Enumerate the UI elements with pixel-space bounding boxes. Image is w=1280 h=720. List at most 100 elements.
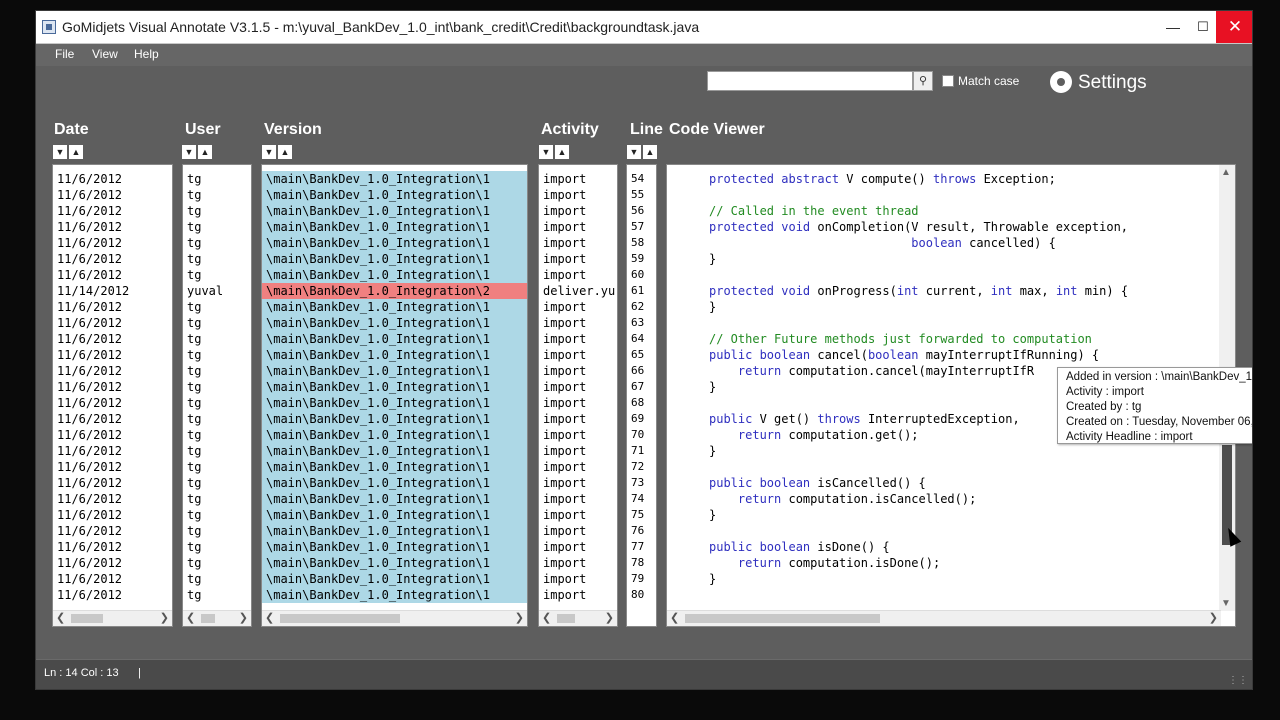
scroll-right-icon[interactable]: ❯ <box>515 611 524 624</box>
activity-cell[interactable]: import <box>539 459 617 475</box>
activity-cell[interactable]: import <box>539 251 617 267</box>
version-cell[interactable]: \main\BankDev_1.0_Integration\1 <box>262 235 527 251</box>
version-cell[interactable]: \main\BankDev_1.0_Integration\1 <box>262 427 527 443</box>
date-cell[interactable]: 11/6/2012 <box>53 315 172 331</box>
activity-cell[interactable]: import <box>539 507 617 523</box>
activity-cell[interactable]: import <box>539 443 617 459</box>
user-cell[interactable]: tg <box>183 171 251 187</box>
match-case-checkbox[interactable] <box>942 75 954 87</box>
activity-cell[interactable]: import <box>539 539 617 555</box>
user-cell[interactable]: tg <box>183 203 251 219</box>
date-cell[interactable]: 11/6/2012 <box>53 571 172 587</box>
user-cell[interactable]: tg <box>183 347 251 363</box>
user-cell[interactable]: tg <box>183 379 251 395</box>
scroll-left-icon[interactable]: ❮ <box>186 611 195 624</box>
settings-button[interactable]: Settings <box>1078 72 1147 94</box>
date-cell[interactable]: 11/6/2012 <box>53 539 172 555</box>
activity-cell[interactable]: import <box>539 219 617 235</box>
user-cell[interactable]: tg <box>183 219 251 235</box>
user-cell[interactable]: tg <box>183 315 251 331</box>
user-cell[interactable]: tg <box>183 539 251 555</box>
sort-desc-icon[interactable]: ▼ <box>627 145 641 159</box>
activity-sort-buttons[interactable]: ▼ ▲ <box>539 142 571 159</box>
version-sort-buttons[interactable]: ▼ ▲ <box>262 142 294 159</box>
activity-cell[interactable]: import <box>539 315 617 331</box>
minimize-button[interactable]: — <box>1156 11 1190 43</box>
user-cell[interactable]: tg <box>183 507 251 523</box>
activity-cell[interactable]: import <box>539 587 617 603</box>
date-cell[interactable]: 11/6/2012 <box>53 171 172 187</box>
date-column[interactable]: 11/6/2012 11/6/2012 11/6/2012 11/6/2012 11/6… <box>52 164 173 627</box>
menu-view[interactable]: View <box>92 47 118 61</box>
scroll-down-icon[interactable]: ▼ <box>1221 598 1231 609</box>
search-icon[interactable]: ⚲ <box>913 71 933 91</box>
version-cell[interactable]: \main\BankDev_1.0_Integration\1 <box>262 315 527 331</box>
activity-cell[interactable]: import <box>539 523 617 539</box>
scroll-thumb[interactable] <box>557 614 575 623</box>
user-cell[interactable]: tg <box>183 299 251 315</box>
date-cell[interactable]: 11/6/2012 <box>53 459 172 475</box>
version-cell[interactable]: \main\BankDev_1.0_Integration\1 <box>262 347 527 363</box>
user-cell[interactable]: tg <box>183 587 251 603</box>
version-cell[interactable]: \main\BankDev_1.0_Integration\1 <box>262 555 527 571</box>
sort-asc-icon[interactable]: ▲ <box>198 145 212 159</box>
user-cell[interactable]: tg <box>183 459 251 475</box>
user-cell[interactable]: tg <box>183 395 251 411</box>
date-cell[interactable]: 11/6/2012 <box>53 379 172 395</box>
scroll-left-icon[interactable]: ❮ <box>265 611 274 624</box>
scroll-up-icon[interactable]: ▲ <box>1221 167 1231 178</box>
date-cell[interactable]: 11/6/2012 <box>53 347 172 363</box>
date-cell[interactable]: 11/6/2012 <box>53 219 172 235</box>
activity-cell[interactable]: import <box>539 187 617 203</box>
activity-cell[interactable]: import <box>539 203 617 219</box>
version-cell[interactable]: \main\BankDev_1.0_Integration\1 <box>262 203 527 219</box>
version-cell[interactable]: \main\BankDev_1.0_Integration\1 <box>262 251 527 267</box>
version-scrollbar[interactable]: ❮ ❯ <box>262 610 527 626</box>
activity-cell[interactable]: import <box>539 555 617 571</box>
menu-file[interactable]: File <box>55 47 74 61</box>
version-cell[interactable]: \main\BankDev_1.0_Integration\1 <box>262 459 527 475</box>
activity-cell[interactable]: import <box>539 475 617 491</box>
user-cell[interactable]: tg <box>183 187 251 203</box>
version-cell[interactable]: \main\BankDev_1.0_Integration\1 <box>262 587 527 603</box>
date-cell[interactable]: 11/6/2012 <box>53 363 172 379</box>
scroll-right-icon[interactable]: ❯ <box>239 611 248 624</box>
sort-asc-icon[interactable]: ▲ <box>643 145 657 159</box>
activity-cell[interactable]: import <box>539 411 617 427</box>
date-cell[interactable]: 11/6/2012 <box>53 443 172 459</box>
date-cell[interactable]: 11/6/2012 <box>53 523 172 539</box>
sort-desc-icon[interactable]: ▼ <box>182 145 196 159</box>
date-cell[interactable]: 11/6/2012 <box>53 555 172 571</box>
version-cell[interactable]: \main\BankDev_1.0_Integration\1 <box>262 411 527 427</box>
activity-cell[interactable]: import <box>539 299 617 315</box>
user-cell[interactable]: yuval <box>183 283 251 299</box>
sort-asc-icon[interactable]: ▲ <box>69 145 83 159</box>
date-cell[interactable]: 11/14/2012 <box>53 283 172 299</box>
user-cell[interactable]: tg <box>183 267 251 283</box>
scroll-thumb[interactable] <box>71 614 103 623</box>
version-cell[interactable]: \main\BankDev_1.0_Integration\1 <box>262 267 527 283</box>
date-cell[interactable]: 11/6/2012 <box>53 203 172 219</box>
activity-scrollbar[interactable]: ❮ ❯ <box>539 610 617 626</box>
user-cell[interactable]: tg <box>183 475 251 491</box>
activity-cell[interactable]: import <box>539 491 617 507</box>
version-cell[interactable]: \main\BankDev_1.0_Integration\1 <box>262 331 527 347</box>
date-cell[interactable]: 11/6/2012 <box>53 587 172 603</box>
version-cell[interactable]: \main\BankDev_1.0_Integration\1 <box>262 571 527 587</box>
scroll-thumb[interactable] <box>685 614 880 623</box>
date-cell[interactable]: 11/6/2012 <box>53 475 172 491</box>
code-horizontal-scrollbar[interactable]: ❮ ❯ <box>667 610 1221 626</box>
version-column[interactable]: \main\BankDev_1.0_Integration\1 \main\Ban… <box>261 164 528 627</box>
line-sort-buttons[interactable]: ▼ ▲ <box>627 142 659 159</box>
user-column[interactable]: tg tg tg tg tg tg tg yuval tg tg tg tg tg tg tg tg tg tg t… <box>182 164 252 627</box>
sort-asc-icon[interactable]: ▲ <box>278 145 292 159</box>
scroll-left-icon[interactable]: ❮ <box>542 611 551 624</box>
user-scrollbar[interactable]: ❮ ❯ <box>183 610 251 626</box>
sort-desc-icon[interactable]: ▼ <box>539 145 553 159</box>
date-cell[interactable]: 11/6/2012 <box>53 427 172 443</box>
scroll-thumb[interactable] <box>280 614 400 623</box>
date-cell[interactable]: 11/6/2012 <box>53 507 172 523</box>
user-cell[interactable]: tg <box>183 491 251 507</box>
user-cell[interactable]: tg <box>183 523 251 539</box>
menu-help[interactable]: Help <box>134 47 159 61</box>
